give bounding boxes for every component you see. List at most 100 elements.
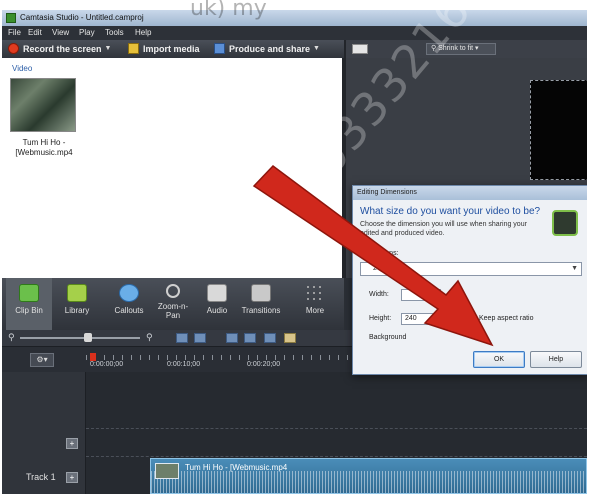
tab-transitions-label: Transitions: [241, 306, 281, 315]
chevron-down-icon: ▾: [475, 45, 479, 52]
track-1-label: Track 1: [26, 472, 56, 482]
import-media-button[interactable]: Import media: [128, 43, 200, 54]
app-window: Camtasia Studio - Untitled.camproj File …: [2, 10, 587, 494]
zoom-in-icon[interactable]: ⚲: [146, 332, 153, 343]
tab-audio-label: Audio: [206, 306, 228, 315]
time-label-20: 0:00:20;00: [247, 361, 281, 368]
tab-audio[interactable]: Audio: [194, 278, 240, 330]
record-screen-label: Record the screen: [23, 43, 102, 54]
timeline-clip[interactable]: Tum Hi Ho - [Webmusic.mp4: [150, 458, 587, 494]
editing-dimensions-dialog: Editing Dimensions What size do you want…: [352, 185, 587, 375]
dialog-title: Editing Dimensions: [353, 186, 587, 200]
tab-more[interactable]: More: [292, 278, 338, 330]
clip-bin-section-label: Video: [12, 64, 33, 73]
tab-more-label: More: [305, 306, 325, 315]
zoom-dropdown-label: Shrink to fit: [438, 45, 474, 52]
tab-library-label: Library: [64, 306, 90, 315]
clip-bin-icon: [19, 284, 39, 302]
tool-tabs: Clip Bin Library Callouts Zoom-n- Pan Au…: [2, 278, 344, 330]
tab-zoom-label: Zoom-n-: [157, 302, 189, 311]
time-label-10: 0:00:10;00: [167, 361, 201, 368]
tab-transitions[interactable]: Transitions: [238, 278, 284, 330]
dimensions-label: Dimensions:: [360, 250, 399, 257]
redo-icon[interactable]: [194, 333, 206, 343]
menu-help[interactable]: Help: [135, 28, 151, 37]
menu-view[interactable]: View: [52, 28, 69, 37]
width-label: Width:: [369, 291, 389, 298]
paste-icon[interactable]: [284, 333, 296, 343]
menu-play[interactable]: Play: [79, 28, 95, 37]
clip-label: Tum Hi Ho - [Webmusic.mp4: [185, 463, 288, 472]
gear-icon[interactable]: ⚙▾: [30, 353, 54, 367]
copy-icon[interactable]: [264, 333, 276, 343]
zoom-dropdown[interactable]: ⚲ Shrink to fit ▾: [426, 43, 496, 55]
produce-icon: [214, 43, 225, 54]
clip-bin-panel: Video Tum Hi Ho - [Webmusic.mp4: [2, 58, 344, 278]
zoom-out-icon[interactable]: ⚲: [8, 332, 15, 343]
import-media-label: Import media: [143, 43, 200, 54]
more-icon: [305, 284, 325, 302]
track-divider: [86, 456, 587, 457]
track-1-options-button[interactable]: +: [66, 472, 78, 483]
video-thumbnail[interactable]: [10, 78, 76, 132]
record-icon: [8, 43, 19, 54]
cut-icon[interactable]: [226, 333, 238, 343]
produce-share-button[interactable]: Produce and share ▼: [214, 43, 320, 54]
transitions-icon: [251, 284, 271, 302]
tab-zoom-label-2: Pan: [165, 311, 181, 320]
tab-callouts[interactable]: Callouts: [106, 278, 152, 330]
ok-button[interactable]: OK: [473, 351, 525, 368]
split-icon[interactable]: [244, 333, 256, 343]
tab-zoom-n-pan[interactable]: Zoom-n- Pan: [150, 278, 196, 330]
menu-tools[interactable]: Tools: [105, 28, 124, 37]
tab-clip-bin-label: Clip Bin: [15, 306, 43, 315]
camtasia-app-icon: [6, 13, 16, 23]
undo-icon[interactable]: [176, 333, 188, 343]
timeline-zoom-slider-knob[interactable]: [84, 333, 92, 342]
video-caption-line2: [Webmusic.mp4: [15, 148, 73, 157]
dimensions-dropdown-value: 240: [373, 265, 385, 272]
keep-aspect-checkbox[interactable]: ✓: [466, 314, 475, 323]
help-button[interactable]: Help: [530, 351, 582, 368]
audio-icon: [207, 284, 227, 302]
dimensions-dropdown[interactable]: 240 ▼: [360, 262, 582, 276]
window-title: Camtasia Studio - Untitled.camproj: [20, 13, 144, 22]
dialog-heading: What size do you want your video to be?: [360, 206, 541, 217]
main-toolbar: Record the screen ▼ Import media Produce…: [2, 40, 344, 58]
title-bar: Camtasia Studio - Untitled.camproj: [2, 10, 587, 26]
menu-file[interactable]: File: [8, 28, 21, 37]
chevron-down-icon: ▼: [104, 45, 112, 52]
tab-clip-bin[interactable]: Clip Bin: [6, 278, 52, 330]
height-label: Height:: [369, 315, 392, 322]
library-icon: [67, 284, 87, 302]
clip-thumbnail: [155, 463, 179, 479]
record-screen-button[interactable]: Record the screen ▼: [8, 43, 111, 54]
menu-bar: File Edit View Play Tools Help: [2, 26, 587, 40]
preview-toolbar: ⚲ Shrink to fit ▾: [344, 40, 587, 58]
playhead[interactable]: [90, 353, 96, 361]
preview-canvas[interactable]: [530, 80, 587, 180]
keep-aspect-label: Keep aspect ratio: [479, 315, 534, 322]
magnifier-icon: [166, 284, 180, 298]
menu-edit[interactable]: Edit: [28, 28, 42, 37]
timeline-tracks: + + Track 1 Tum Hi Ho - [Webmusic.mp4: [2, 372, 587, 494]
track-divider: [86, 428, 587, 429]
height-field[interactable]: 240: [401, 313, 441, 325]
camtasia-logo-icon: [552, 210, 578, 236]
produce-share-label: Produce and share: [229, 43, 311, 54]
folder-icon: [128, 43, 139, 54]
chevron-down-icon: ▼: [571, 265, 578, 272]
background-label: Background: [369, 334, 407, 341]
audio-waveform: [151, 471, 586, 493]
time-label-0: 0:00:00;00: [90, 361, 124, 368]
video-caption-line1: Tum Hi Ho -: [22, 138, 66, 147]
canvas-size-icon[interactable]: [352, 44, 368, 54]
tab-callouts-label: Callouts: [114, 306, 144, 315]
add-track-button[interactable]: +: [66, 438, 78, 449]
chevron-down-icon: ▼: [313, 45, 320, 52]
tab-library[interactable]: Library: [54, 278, 100, 330]
dialog-description: Choose the dimension you will use when s…: [360, 221, 527, 237]
timeline-zoom-slider[interactable]: [20, 337, 140, 339]
video-caption: Tum Hi Ho - [Webmusic.mp4: [6, 138, 82, 158]
width-field[interactable]: [401, 289, 441, 301]
